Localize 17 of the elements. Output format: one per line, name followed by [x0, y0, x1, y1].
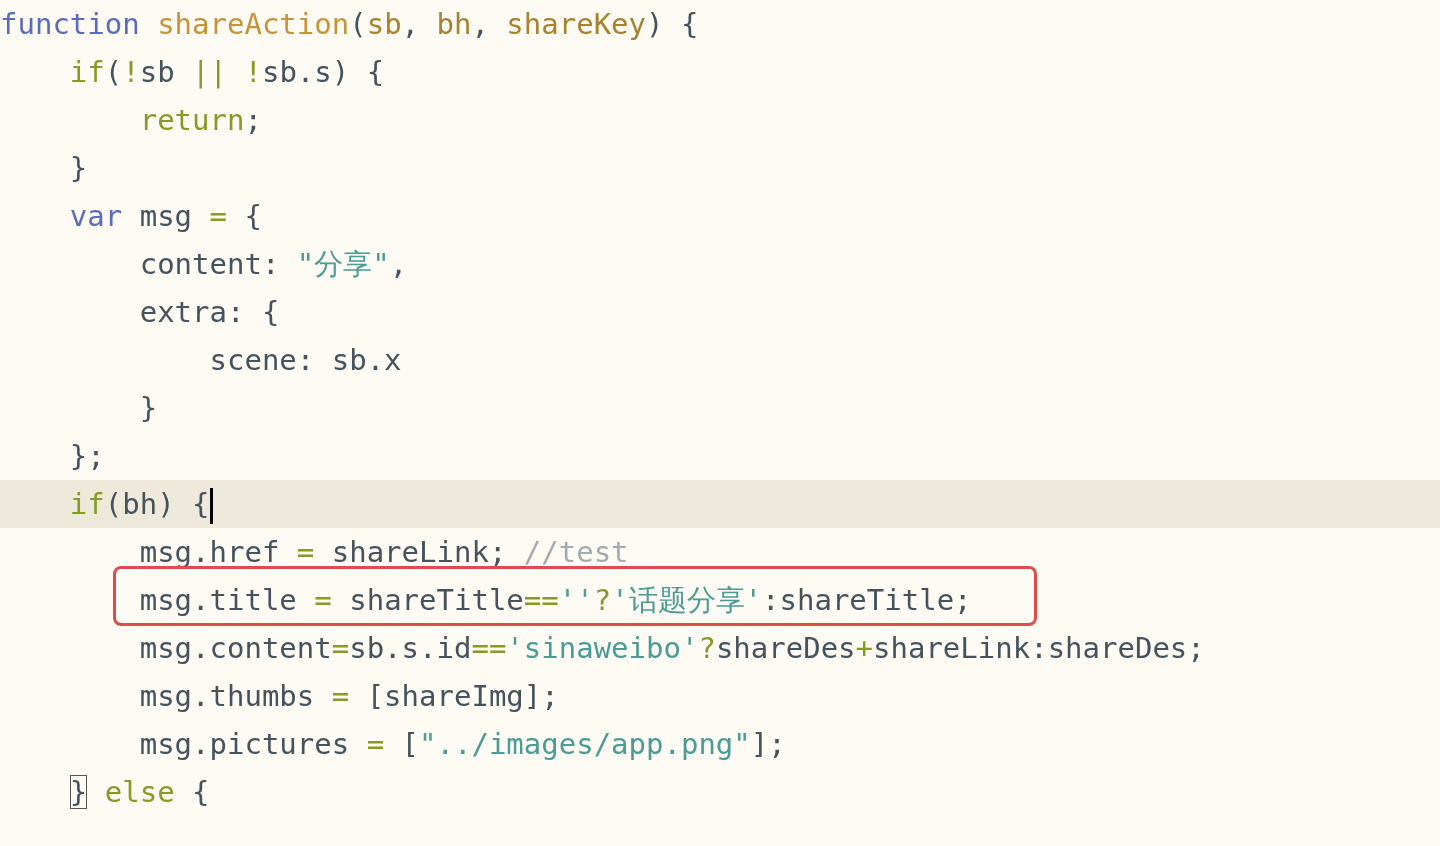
code-line: function shareAction(sb, bh, shareKey) { — [0, 6, 699, 43]
code-line: return; — [138, 102, 262, 139]
code-line: msg.content=sb.s.id=='sinaweibo'?shareDes+shareLink:shareDes; — [138, 630, 1205, 667]
code-line: msg.title = shareTitle==''?'话题分享':shareTitle; — [138, 582, 972, 619]
code-line: extra: { — [138, 294, 280, 331]
code-line: scene: sb.x — [208, 342, 402, 379]
code-line: } — [68, 150, 88, 187]
code-line: msg.thumbs = [shareImg]; — [138, 678, 559, 715]
code-line: msg.href = shareLink; //test — [138, 534, 629, 571]
code-line: if(bh) { — [0, 480, 213, 528]
code-line: msg.pictures = ["../images/app.png"]; — [138, 726, 786, 763]
code-line: } — [138, 390, 158, 427]
code-line: if(!sb || !sb.s) { — [68, 54, 385, 91]
code-line: var msg = { — [68, 198, 262, 235]
code-line: } else { — [68, 774, 210, 811]
code-line: content: "分享", — [138, 246, 408, 283]
code-line: }; — [68, 438, 105, 475]
